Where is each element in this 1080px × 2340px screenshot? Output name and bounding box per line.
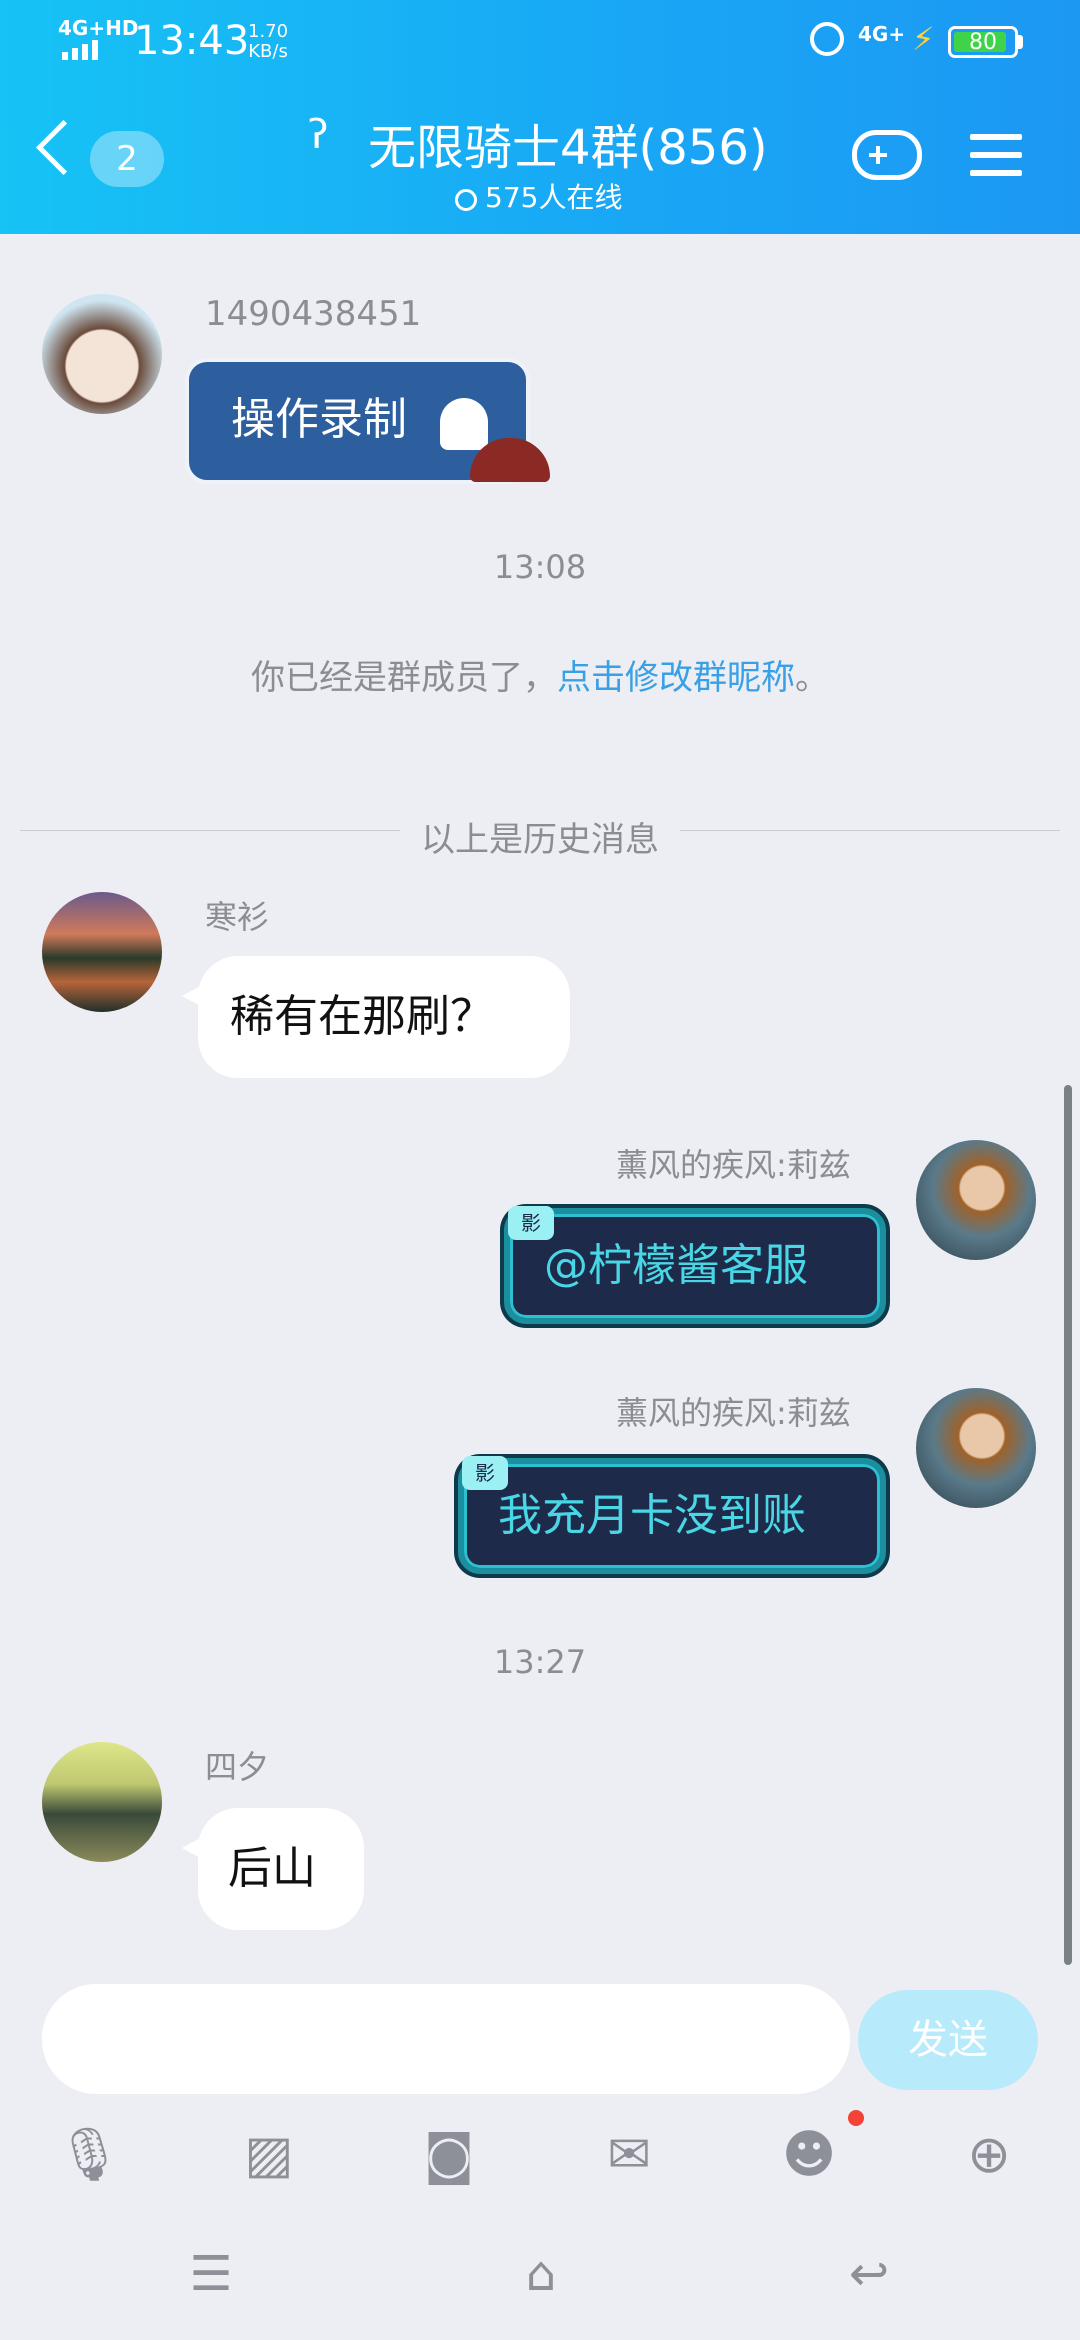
recent-apps-icon[interactable]: ☰ xyxy=(176,2244,246,2304)
input-bar: 发送 xyxy=(0,1968,1080,2100)
online-text: 575人在线 xyxy=(485,181,623,214)
avatar[interactable] xyxy=(916,1140,1036,1260)
unread-count-badge[interactable]: 2 xyxy=(90,131,164,187)
network2-label: 4G+ xyxy=(858,22,906,46)
message-text: 稀有在那刷？ xyxy=(230,991,494,1042)
home-icon[interactable]: ⌂ xyxy=(506,2244,576,2304)
message-bubble[interactable]: 我充月卡没到账 xyxy=(458,1458,886,1574)
message-bubble[interactable]: @柠檬酱客服 xyxy=(504,1208,886,1324)
status-bar: 4G+HD 13:43 1.70 KB/s 4G+ ⚡ 80 xyxy=(0,0,1080,82)
avatar[interactable] xyxy=(42,892,162,1012)
history-divider-label: 以上是历史消息 xyxy=(400,812,680,861)
gamepad-icon[interactable] xyxy=(852,130,922,180)
red-packet-icon[interactable]: ✉ xyxy=(594,2120,664,2190)
signal-icon xyxy=(62,40,102,60)
online-icon xyxy=(455,189,477,211)
message-text: 操作录制 xyxy=(231,394,407,445)
battery-level: 80 xyxy=(969,30,997,55)
shadow-badge: 影 xyxy=(508,1206,554,1240)
shadow-badge: 影 xyxy=(462,1456,508,1490)
system-navbar: ☰ ⌂ ↩ xyxy=(0,2210,1080,2340)
avatar[interactable] xyxy=(916,1388,1036,1508)
send-button[interactable]: 发送 xyxy=(858,1990,1038,2090)
ear-icon: ʔ xyxy=(308,112,329,158)
online-count[interactable]: 575人在线 xyxy=(455,176,622,216)
system-suffix: 。 xyxy=(795,658,829,698)
edit-nickname-link[interactable]: 点击修改群昵称 xyxy=(557,658,795,698)
battery-tip xyxy=(1018,35,1023,49)
network-label: 4G+HD xyxy=(58,16,139,40)
back-nav-icon[interactable]: ↩ xyxy=(834,2244,904,2304)
speed-unit: KB/s xyxy=(248,41,288,62)
battery-icon: 80 xyxy=(948,26,1018,58)
back-icon[interactable] xyxy=(35,119,92,176)
image-icon[interactable]: ▨ xyxy=(234,2120,304,2190)
emoji-icon[interactable]: ☻ xyxy=(774,2120,844,2190)
scrollbar[interactable] xyxy=(1064,1085,1072,1965)
sender-name[interactable]: 薰风的疾风:莉兹 xyxy=(616,1140,851,1186)
avatar[interactable] xyxy=(42,294,162,414)
microphone-icon[interactable]: 🎙 xyxy=(54,2120,124,2190)
notification-dot xyxy=(848,2110,864,2126)
clock: 13:43 xyxy=(134,18,250,64)
sender-name[interactable]: 1490438451 xyxy=(205,294,421,334)
message-text: 我充月卡没到账 xyxy=(498,1490,806,1541)
charging-icon: ⚡ xyxy=(912,20,935,58)
message-text: @柠檬酱客服 xyxy=(544,1240,808,1291)
plus-icon[interactable]: ⊕ xyxy=(954,2120,1024,2190)
avatar[interactable] xyxy=(42,1742,162,1862)
message-bubble[interactable]: 后山 xyxy=(182,1808,364,1930)
ghost-icon xyxy=(440,398,488,450)
network-speed: 1.70 KB/s xyxy=(248,22,288,62)
timestamp: 13:27 xyxy=(493,1643,587,1681)
menu-icon[interactable] xyxy=(970,134,1022,188)
message-input[interactable] xyxy=(42,1984,850,2094)
camera-icon[interactable]: ◙ xyxy=(414,2120,484,2190)
system-message: 你已经是群成员了，点击修改群昵称。 xyxy=(0,650,1080,699)
message-text: 后山 xyxy=(228,1843,316,1894)
input-toolbar: 🎙 ▨ ◙ ✉ ☻ ⊕ xyxy=(0,2100,1080,2210)
system-text: 你已经是群成员了， xyxy=(251,658,557,698)
timestamp: 13:08 xyxy=(493,548,587,586)
sender-name[interactable]: 寒衫 xyxy=(205,892,269,938)
chat-title[interactable]: 无限骑士4群(856) xyxy=(368,108,768,178)
chat-header: 4G+HD 13:43 1.70 KB/s 4G+ ⚡ 80 2 ʔ 无限骑士4… xyxy=(0,0,1080,234)
sender-name[interactable]: 薰风的疾风:莉兹 xyxy=(616,1388,851,1434)
alarm-icon xyxy=(810,22,844,56)
message-bubble[interactable]: 稀有在那刷？ xyxy=(182,956,570,1078)
speed-value: 1.70 xyxy=(248,21,289,42)
sender-name[interactable]: 四夕 xyxy=(205,1742,269,1788)
